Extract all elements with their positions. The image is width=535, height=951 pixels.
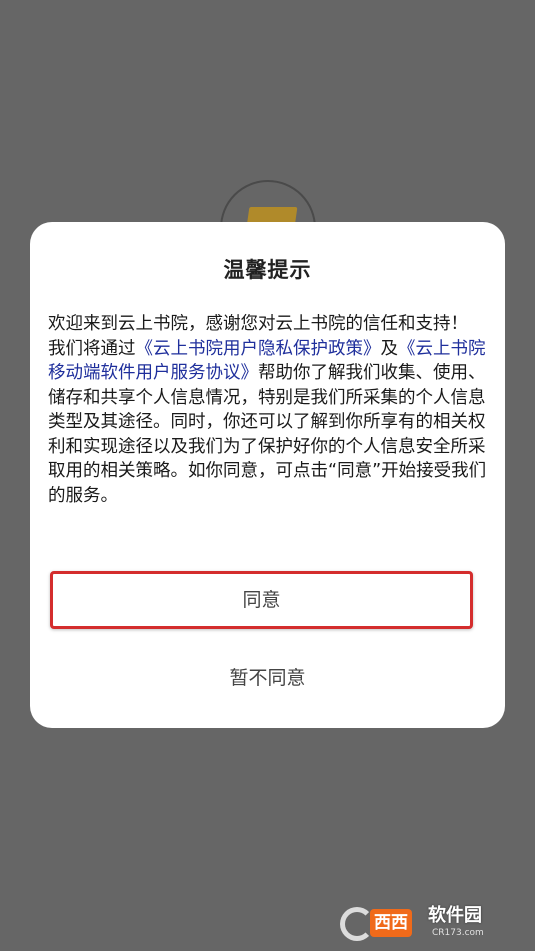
intro-text: 欢迎来到云上书院，感谢您对云上书院的信任和支持！ [48,314,468,334]
privacy-policy-link[interactable]: 《云上书院用户隐私保护政策》 [136,339,381,359]
watermark-text: 软件园 [428,905,482,926]
conjunction-text: 及 [380,338,399,359]
watermark-logo-icon [340,907,374,941]
disagree-button[interactable]: 暂不同意 [50,652,485,704]
watermark: 西西 软件园 CR173.com [340,905,525,943]
watermark-url: CR173.com [432,928,484,938]
agree-button[interactable]: 同意 [50,571,473,629]
dialog-title: 温馨提示 [223,258,312,282]
app-screen: 温馨提示 欢迎来到云上书院，感谢您对云上书院的信任和支持！ 我们将通过《云上书院用… [0,0,535,951]
notice-rest: 帮助你了解我们收集、使用、储存和共享个人信息情况，特别是我们所采集的个人信息类型… [48,363,487,506]
privacy-dialog: 温馨提示 欢迎来到云上书院，感谢您对云上书院的信任和支持！ 我们将通过《云上书院用… [30,222,505,728]
notice-prefix: 我们将通过 [48,338,136,359]
dialog-body: 欢迎来到云上书院，感谢您对云上书院的信任和支持！ 我们将通过《云上书院用户隐私保护… [48,312,490,508]
watermark-brand: 西西 [370,909,412,937]
